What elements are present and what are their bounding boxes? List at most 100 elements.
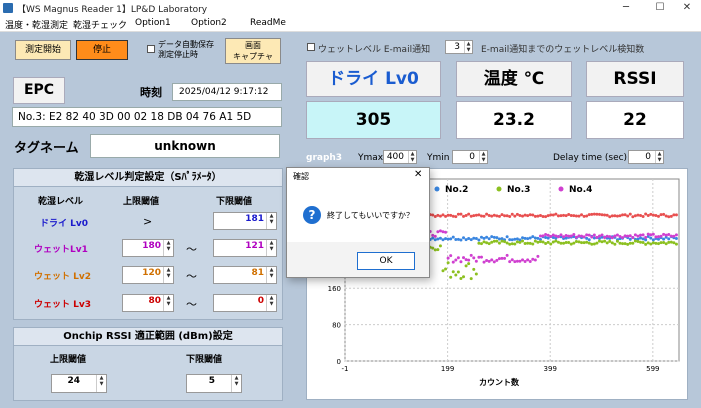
- data-point: [449, 213, 453, 217]
- data-point: [633, 239, 637, 243]
- data-point: [623, 234, 627, 238]
- data-point: [462, 236, 466, 240]
- data-point: [672, 241, 676, 245]
- data-point: [556, 240, 560, 244]
- menu-item-readme[interactable]: ReadMe: [250, 18, 286, 28]
- stop-button[interactable]: 停止: [76, 40, 128, 60]
- data-point: [456, 256, 460, 260]
- data-point: [487, 237, 491, 241]
- data-point: [569, 234, 573, 238]
- data-point: [587, 238, 591, 242]
- email-notify-checkbox[interactable]: [307, 43, 315, 51]
- data-point: [454, 258, 458, 262]
- data-point: [474, 259, 478, 263]
- data-point: [641, 241, 645, 245]
- data-point: [577, 240, 581, 244]
- tag-name-label: タグネーム: [14, 141, 79, 156]
- data-point: [585, 214, 589, 218]
- data-point: [544, 236, 548, 240]
- row-wet-lv3-upper-stepper[interactable]: 80 ▲ ▼: [122, 294, 174, 312]
- minimize-icon[interactable]: ─: [611, 0, 641, 16]
- data-point: [559, 233, 563, 237]
- data-point: [603, 239, 607, 243]
- data-point: [515, 259, 519, 263]
- email-count-stepper[interactable]: 3 ▲ ▼: [445, 40, 473, 54]
- legend-label: No.3: [507, 185, 530, 195]
- data-point: [590, 242, 594, 246]
- data-point: [469, 253, 473, 257]
- row-wet-lv1-upper-stepper[interactable]: 180 ▲ ▼: [122, 239, 174, 257]
- data-point: [503, 240, 507, 244]
- data-point: [526, 258, 530, 262]
- row-dry-lv0-upper: >: [143, 215, 153, 228]
- start-button[interactable]: 測定開始: [15, 40, 71, 60]
- data-point: [644, 242, 648, 246]
- data-point: [533, 258, 537, 262]
- data-point: [631, 236, 635, 240]
- data-point: [505, 241, 509, 245]
- rssi-lower-stepper[interactable]: 5 ▲ ▼: [186, 374, 242, 393]
- data-point: [474, 236, 478, 240]
- data-point: [533, 239, 537, 243]
- auto-save-checkbox[interactable]: [147, 45, 155, 53]
- data-point: [515, 212, 519, 216]
- data-point: [674, 213, 678, 217]
- row-dry-lv0-lower-stepper[interactable]: 181 ▲ ▼: [213, 212, 277, 230]
- delay-stepper[interactable]: 0 ▲ ▼: [628, 150, 664, 164]
- data-point: [531, 235, 535, 239]
- data-point: [462, 275, 466, 279]
- data-point: [615, 239, 619, 243]
- data-point: [562, 235, 566, 239]
- data-point: [651, 232, 655, 236]
- data-point: [580, 234, 584, 238]
- data-point: [495, 258, 499, 262]
- data-point: [444, 267, 448, 271]
- legend-label: No.4: [569, 185, 592, 195]
- dialog-close-icon[interactable]: ✕: [414, 169, 422, 180]
- data-point: [508, 215, 512, 219]
- data-point: [600, 213, 604, 217]
- data-point: [526, 237, 530, 241]
- row-wet-lv3-lower-stepper[interactable]: 0 ▲ ▼: [213, 294, 277, 312]
- graph-title: graph3: [306, 153, 343, 163]
- menu-item-option2[interactable]: Option2: [191, 18, 227, 28]
- data-point: [454, 273, 458, 277]
- ok-button[interactable]: OK: [357, 252, 415, 270]
- data-point: [436, 237, 440, 241]
- data-point: [556, 214, 560, 218]
- data-point: [459, 277, 463, 281]
- ymin-stepper[interactable]: 0 ▲ ▼: [452, 150, 488, 164]
- data-point: [667, 240, 671, 244]
- ymax-stepper[interactable]: 400 ▲ ▼: [383, 150, 417, 164]
- menu-item-wet-check[interactable]: 乾湿チェック: [73, 18, 127, 31]
- data-point: [618, 241, 622, 245]
- maximize-icon[interactable]: ☐: [645, 0, 675, 16]
- row-wet-lv2-lower-stepper[interactable]: 81 ▲ ▼: [213, 266, 277, 284]
- data-point: [446, 256, 450, 260]
- data-point: [639, 233, 643, 237]
- data-point: [544, 242, 548, 246]
- data-point: [639, 240, 643, 244]
- col-lower-header: 下限閾値: [216, 197, 253, 207]
- close-icon[interactable]: ✕: [672, 0, 701, 16]
- epc-label: EPC: [13, 77, 65, 104]
- row-wet-lv1-lower-stepper[interactable]: 121 ▲ ▼: [213, 239, 277, 257]
- screen-capture-button[interactable]: 画面 キャプチャ: [225, 38, 281, 64]
- data-point: [569, 242, 573, 246]
- data-point: [482, 260, 486, 264]
- col-level-header: 乾湿レベル: [38, 197, 84, 207]
- menu-item-measure[interactable]: 温度・乾湿測定: [5, 18, 68, 31]
- menu-item-option1[interactable]: Option1: [135, 18, 171, 28]
- data-point: [605, 241, 609, 245]
- data-point: [649, 233, 653, 237]
- data-point: [523, 213, 527, 217]
- email-count-label: E-mail通知までのウェットレベル検知数: [481, 45, 645, 55]
- rssi-upper-label: 上限閾値: [50, 355, 87, 365]
- rssi-upper-stepper[interactable]: 24 ▲ ▼: [51, 374, 107, 393]
- data-point: [436, 213, 440, 217]
- row-wet-lv2-upper-stepper[interactable]: 120 ▲ ▼: [122, 266, 174, 284]
- data-point: [631, 241, 635, 245]
- level-status-label: ドライ Lv0: [306, 61, 441, 97]
- row-wet-lv3-tilde: 〜: [186, 298, 197, 311]
- col-upper-header: 上限閾値: [123, 197, 160, 207]
